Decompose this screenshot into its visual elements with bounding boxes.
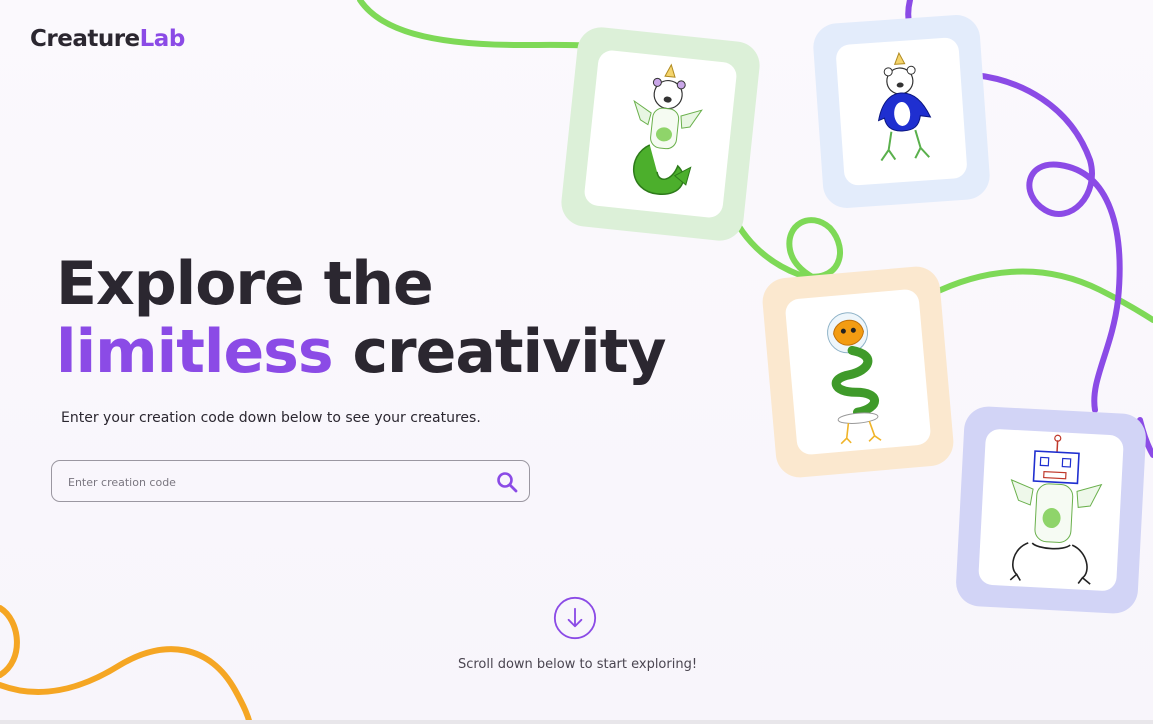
scroll-hint: Scroll down below to start exploring! xyxy=(457,657,698,672)
brand-logo[interactable]: CreatureLab xyxy=(30,26,185,52)
gallery-card-4[interactable] xyxy=(954,405,1148,615)
creation-code-search xyxy=(51,460,530,503)
creature-drawing-bear-mermaid xyxy=(633,63,703,195)
hero-title: Explore the limitless creativity xyxy=(56,249,667,387)
creature-drawing-bear-penguin xyxy=(877,51,932,162)
gallery-card-3[interactable] xyxy=(760,264,956,480)
creation-code-input[interactable] xyxy=(66,461,480,503)
arrow-down-circle-icon xyxy=(553,596,597,640)
hero-subtitle: Enter your creation code down below to s… xyxy=(61,410,481,426)
search-button[interactable] xyxy=(495,470,519,494)
brand-name-lab: Lab xyxy=(139,26,186,52)
hero-title-line2: creativity xyxy=(332,317,666,387)
hero-title-line1: Explore the xyxy=(56,249,434,319)
gallery-card-1[interactable] xyxy=(559,24,762,244)
brand-name-creature: Creature xyxy=(30,26,140,52)
page-bottom-edge xyxy=(0,720,1153,724)
creature-drawing-fish-snake xyxy=(827,312,882,445)
hero-title-accent: limitless xyxy=(56,317,334,387)
creature-drawing-robot-dragon xyxy=(1009,434,1103,585)
scroll-down-button[interactable] xyxy=(553,596,597,640)
gallery-card-2[interactable] xyxy=(811,13,992,210)
search-icon xyxy=(497,472,518,493)
